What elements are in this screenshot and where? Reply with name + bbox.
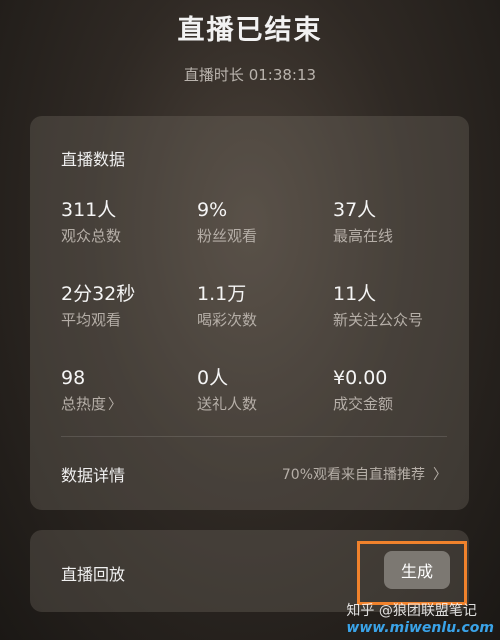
stat-label: 粉丝观看 (197, 227, 258, 245)
stat-sales-amount: ¥0.00 成交金额 (333, 366, 461, 413)
stat-new-followers: 11人 新关注公众号 (333, 282, 461, 329)
replay-label: 直播回放 (61, 565, 126, 584)
stat-cheers: 1.1万 喝彩次数 (197, 282, 333, 329)
stat-label: 总热度 (61, 395, 107, 413)
stat-value: 98 (61, 367, 86, 389)
details-note-text: 70%观看来自直播推荐 (281, 467, 425, 483)
stat-label: 观众总数 (61, 227, 122, 245)
data-details-label: 数据详情 (61, 466, 126, 485)
data-details-row[interactable]: 数据详情 70%观看来自直播推荐〉 (61, 462, 447, 486)
stat-fan-viewing: 9% 粉丝观看 (197, 198, 333, 245)
stat-peak-online: 37人 最高在线 (333, 198, 461, 245)
stat-total-heat[interactable]: 98 总热度〉 (61, 366, 197, 415)
divider (61, 436, 447, 437)
stat-value: 9% (197, 199, 228, 221)
stat-value: 2分32秒 (61, 283, 136, 305)
page-title: 直播已结束 (177, 15, 323, 46)
stat-label: 成交金额 (333, 395, 394, 413)
stat-label: 平均观看 (61, 311, 122, 329)
stats-title: 直播数据 (61, 150, 126, 169)
generate-button[interactable]: 生成 (384, 551, 450, 589)
watermark-url: www.miwenlu.com (346, 620, 494, 636)
chevron-right-icon: 〉 (433, 467, 447, 483)
stat-value: ¥0.00 (333, 367, 388, 389)
stat-label-link[interactable]: 总热度〉 (61, 394, 197, 415)
stat-value: 11人 (333, 283, 377, 305)
stat-label: 喝彩次数 (197, 311, 258, 329)
stat-value: 1.1万 (197, 283, 247, 305)
stat-avg-watch: 2分32秒 平均观看 (61, 282, 197, 329)
stat-label: 送礼人数 (197, 395, 258, 413)
watermark-text: 知乎 @狼团联盟笔记 (346, 603, 477, 619)
watermark: 知乎 @狼团联盟笔记 www.miwenlu.com (346, 600, 494, 636)
live-duration: 直播时长 01:38:13 (183, 66, 317, 84)
stats-grid: 311人 观众总数 9% 粉丝观看 37人 最高在线 2分32秒 平均观看 1.… (61, 198, 461, 415)
stat-label: 新关注公众号 (333, 311, 424, 329)
stat-gift-senders: 0人 送礼人数 (197, 366, 333, 413)
stat-label: 最高在线 (333, 227, 394, 245)
stat-value: 0人 (197, 367, 229, 389)
stats-card: 直播数据 311人 观众总数 9% 粉丝观看 37人 最高在线 2分32秒 平均… (30, 116, 469, 510)
stat-total-viewers: 311人 观众总数 (61, 198, 197, 245)
stat-value: 311人 (61, 199, 117, 221)
data-details-note: 70%观看来自直播推荐〉 (282, 464, 447, 484)
chevron-right-icon: 〉 (108, 397, 123, 413)
stat-value: 37人 (333, 199, 377, 221)
